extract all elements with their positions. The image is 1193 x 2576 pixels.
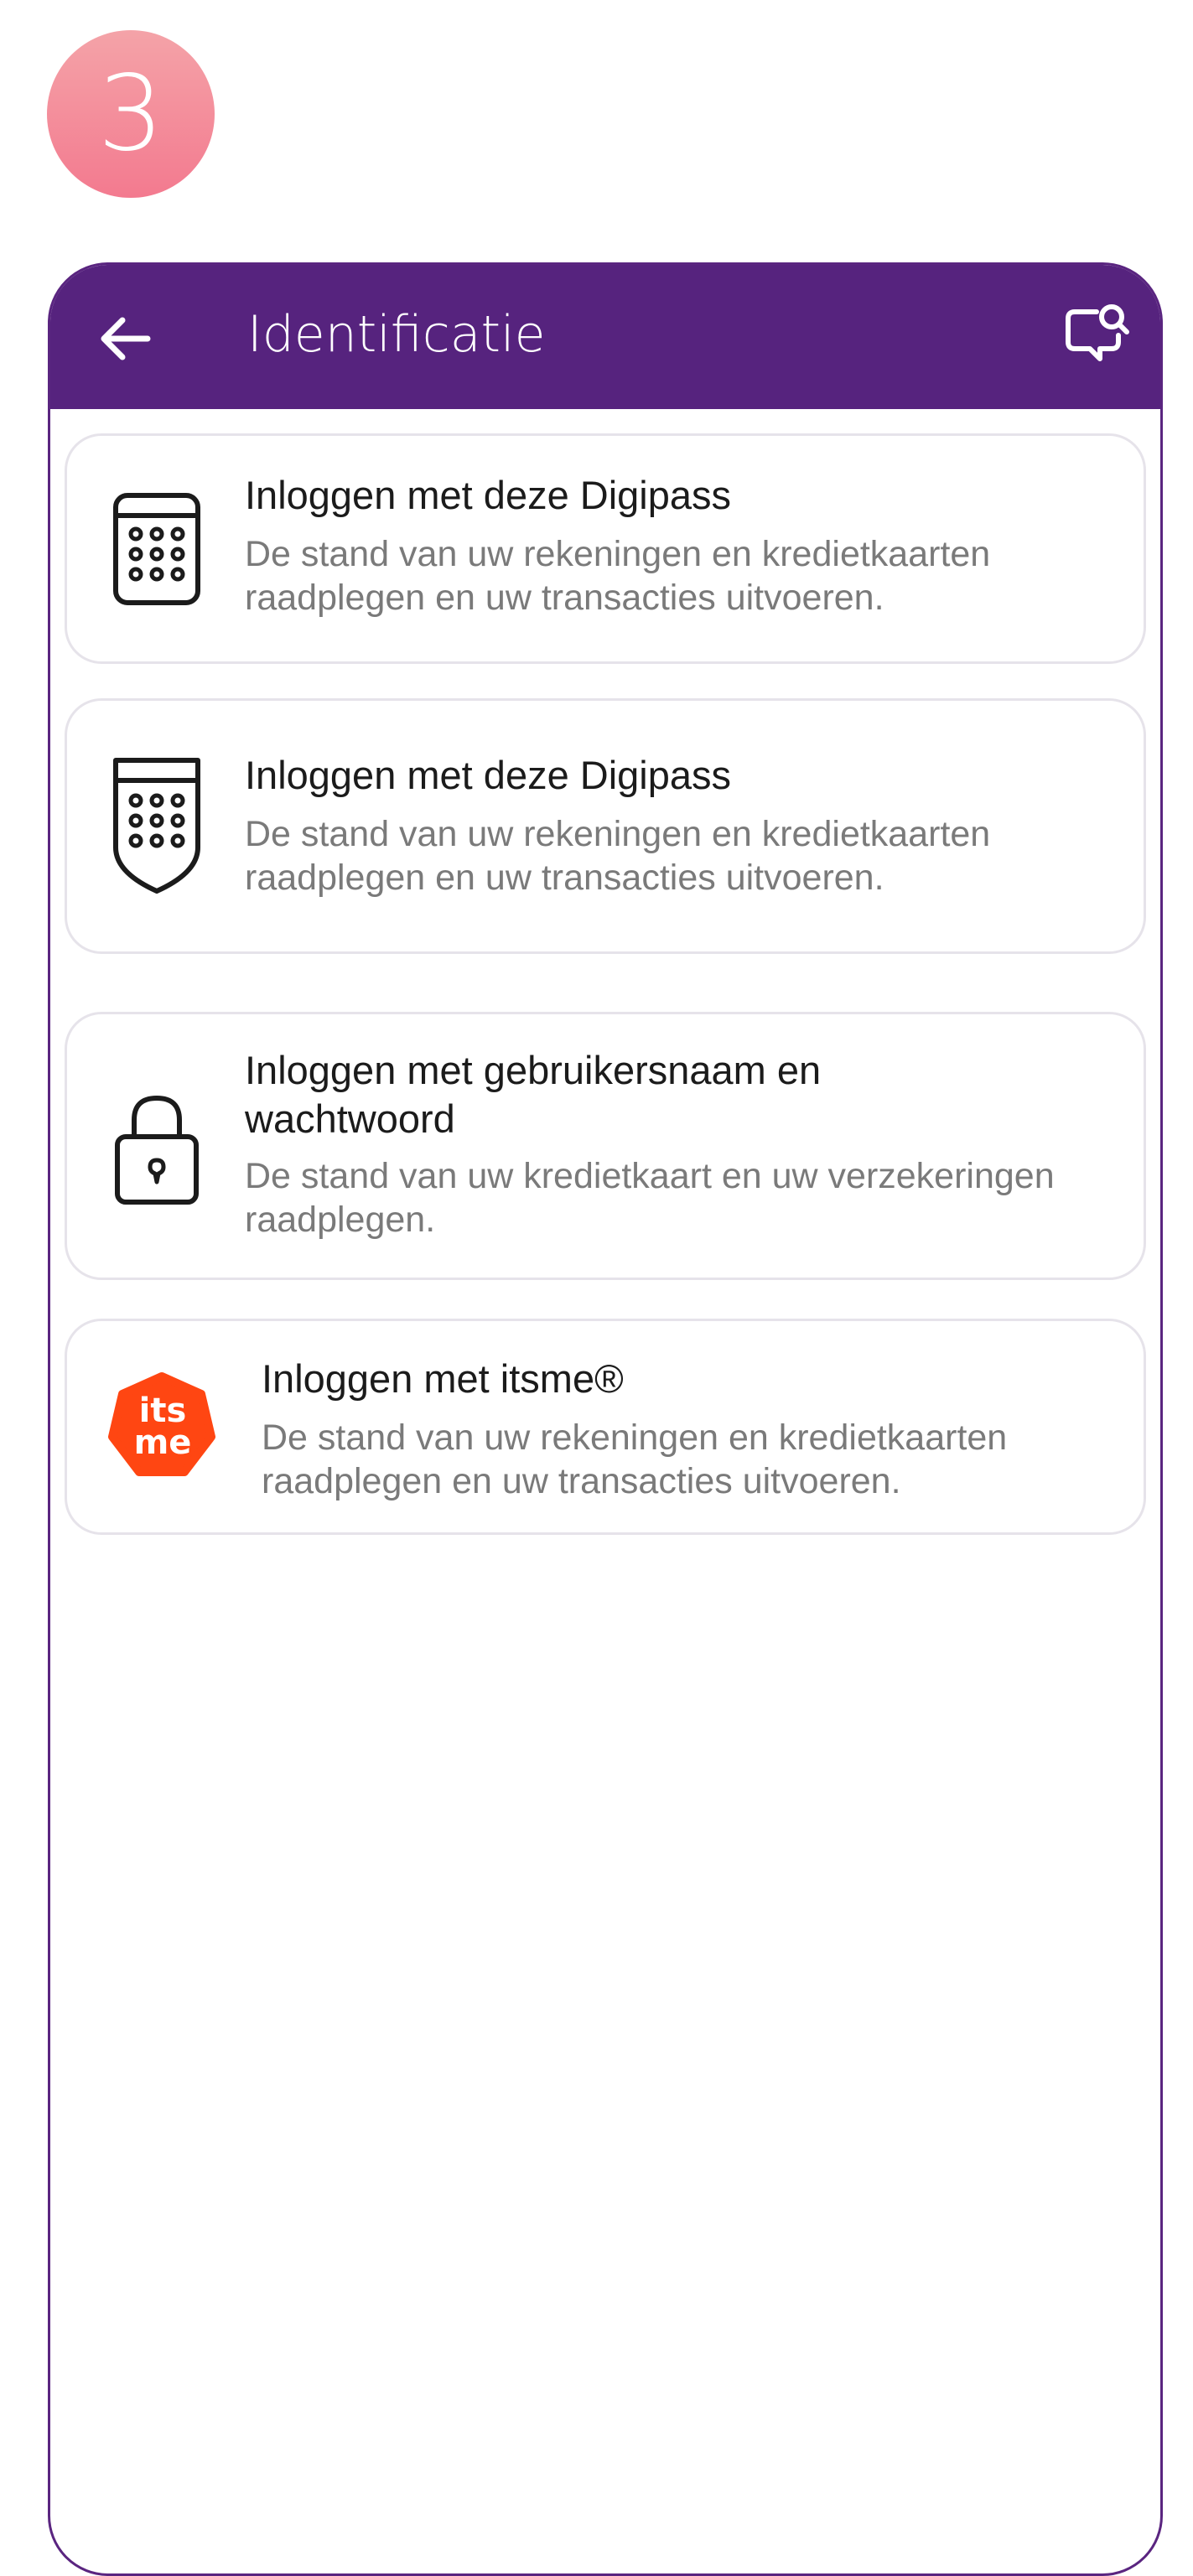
login-option-digipass-shield[interactable]: Inloggen met deze Digipass De stand van … (65, 698, 1146, 954)
login-option-username-password[interactable]: Inloggen met gebruikersnaam en wachtwoor… (65, 1012, 1146, 1280)
back-button[interactable] (92, 305, 159, 372)
step-number: 3 (97, 54, 164, 174)
phone-screen: Identificatie Inloggen met deze Digipass… (48, 262, 1163, 2576)
help-chat-button[interactable] (1060, 298, 1135, 374)
login-option-itsme[interactable]: its me Inloggen met itsme® De stand van … (65, 1319, 1146, 1535)
option-title: Inloggen met deze Digipass (245, 473, 732, 517)
itsme-logo-text-bottom: me (134, 1423, 192, 1462)
chat-search-icon (1066, 304, 1129, 361)
arrow-left-icon (101, 317, 151, 360)
option-title-line2: wachtwoord (245, 1096, 455, 1141)
option-description-line2: raadplegen. (245, 1200, 436, 1240)
padlock-icon (115, 1095, 199, 1205)
app-header: Identificatie (50, 265, 1160, 409)
option-description-line1: De stand van uw kredietkaart en uw verze… (245, 1156, 1055, 1196)
option-description-line1: De stand van uw rekeningen en kredietkaa… (262, 1418, 1008, 1458)
option-description-line1: De stand van uw rekeningen en kredietkaa… (245, 534, 991, 574)
page-title: Identificatie (247, 305, 546, 364)
login-option-digipass[interactable]: Inloggen met deze Digipass De stand van … (65, 433, 1146, 664)
option-title-line1: Inloggen met gebruikersnaam en (245, 1048, 822, 1092)
option-title: Inloggen met deze Digipass (245, 753, 732, 797)
option-description-line2: raadplegen en uw transacties uitvoeren. (262, 1461, 901, 1501)
option-title: Inloggen met itsme® (262, 1356, 624, 1401)
option-description-line2: raadplegen en uw transacties uitvoeren. (245, 858, 884, 898)
digipass-shield-icon (113, 758, 200, 894)
digipass-keypad-icon (113, 493, 200, 605)
itsme-logo-icon: its me (108, 1372, 215, 1476)
option-description-line1: De stand van uw rekeningen en kredietkaa… (245, 814, 991, 854)
step-number-badge: 3 (47, 30, 215, 198)
option-description-line2: raadplegen en uw transacties uitvoeren. (245, 578, 884, 618)
